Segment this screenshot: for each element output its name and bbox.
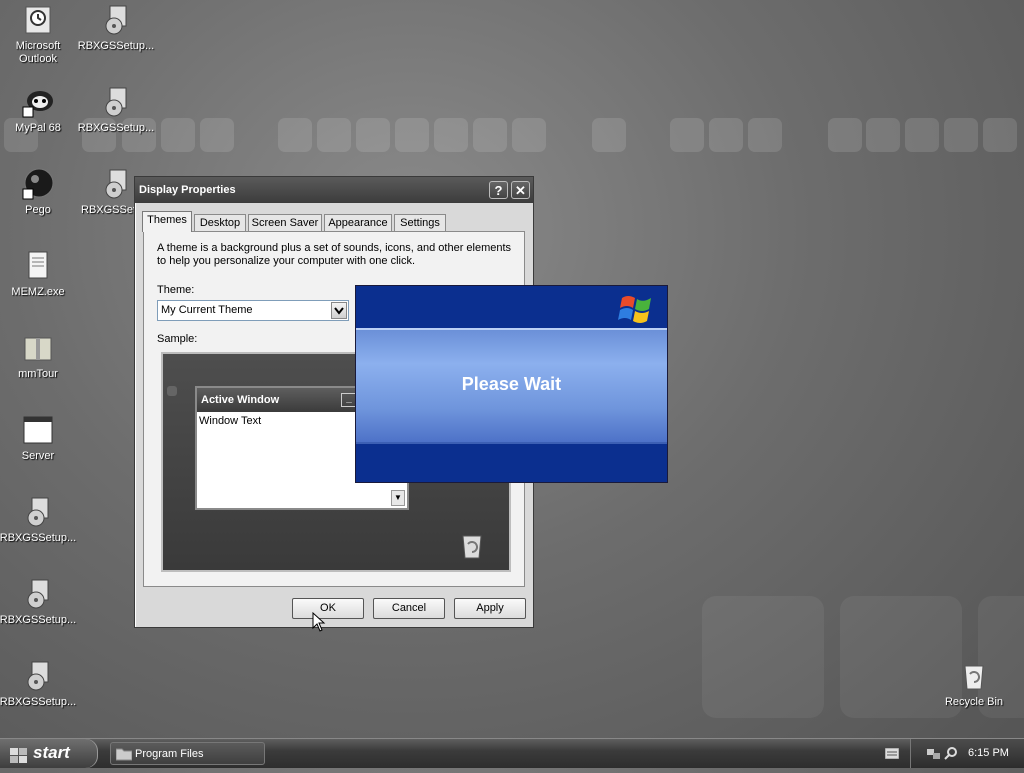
dialog-title: Display Properties: [139, 184, 236, 196]
mypal-icon: [22, 86, 54, 118]
taskbar-item-label: Program Files: [135, 748, 204, 760]
network-icon[interactable]: [927, 747, 941, 763]
desktop-icon-rbxgssetup-4[interactable]: RBXGSSetup...: [0, 496, 78, 545]
desktop-icon-label: RBXGSSetup...: [0, 614, 77, 626]
desktop-icon-mmtour[interactable]: mmTour: [0, 332, 78, 381]
dialog-titlebar[interactable]: Display Properties ? ✕: [135, 177, 533, 203]
sample-label: Sample:: [157, 333, 198, 345]
clock[interactable]: 6:15 PM: [968, 747, 1009, 759]
installer-icon: [100, 168, 132, 200]
outlook-icon: [22, 4, 54, 36]
desktop-icon-recycle-bin[interactable]: Recycle Bin: [934, 660, 1014, 709]
tab-themes[interactable]: Themes: [142, 211, 192, 232]
desktop-icon-label: MEMZ.exe: [11, 286, 65, 298]
installer-icon: [22, 660, 54, 692]
installer-icon: [100, 4, 132, 36]
desktop-icon-label: Recycle Bin: [944, 696, 1004, 708]
desktop-icon-label: RBXGSSetup...: [77, 40, 155, 52]
desktop-icon-label: MyPal 68: [15, 122, 61, 134]
pego-icon: [22, 168, 54, 200]
desktop-icon-label: Server: [21, 450, 55, 462]
recycle-bin-icon: [457, 530, 487, 563]
installer-icon: [22, 578, 54, 610]
please-wait-splash: Please Wait: [355, 285, 668, 483]
installer-icon: [22, 496, 54, 528]
scroll-down-icon: ▼: [391, 490, 405, 506]
tab-appearance[interactable]: Appearance: [324, 214, 392, 231]
desktop-icon-memz[interactable]: MEMZ.exe: [0, 250, 78, 299]
folder-icon: [115, 747, 133, 764]
close-button[interactable]: ✕: [511, 181, 530, 199]
recycle-bin-icon: [958, 660, 990, 692]
windows-flag-icon: [10, 745, 28, 773]
desktop-icon-label: Microsoft Outlook: [15, 40, 61, 65]
executable-icon: [22, 250, 54, 282]
desktop-icon-label: RBXGSSetup...: [77, 122, 155, 134]
desktop-icon-label: mmTour: [18, 368, 58, 380]
desktop-icon-rbxgssetup-1[interactable]: RBXGSSetup...: [76, 4, 156, 53]
desktop-icon-pego[interactable]: Pego: [0, 168, 78, 217]
mouse-cursor-icon: [312, 611, 326, 635]
theme-label: Theme:: [157, 284, 195, 296]
keyboard-icon[interactable]: [884, 747, 900, 762]
desktop-icon-server[interactable]: Server: [0, 414, 78, 463]
tab-desktop[interactable]: Desktop: [194, 214, 246, 231]
taskbar: start Program Files 6:15 PM: [0, 738, 1024, 768]
desktop-icon-rbxgssetup-6[interactable]: RBXGSSetup...: [0, 660, 78, 709]
taskbar-item-program-files[interactable]: Program Files: [110, 742, 265, 765]
desktop-icon-label: RBXGSSetup...: [0, 696, 77, 708]
desktop-icon-rbxgssetup-5[interactable]: RBXGSSetup...: [0, 578, 78, 627]
desktop-icon-label: Pego: [25, 204, 51, 216]
desktop-icon-outlook[interactable]: Microsoft Outlook: [0, 4, 78, 66]
theme-select-value: My Current Theme: [161, 304, 253, 316]
ok-button[interactable]: OK: [292, 598, 364, 619]
windows-logo-icon: [618, 292, 656, 329]
start-button[interactable]: start: [0, 739, 98, 768]
help-button[interactable]: ?: [489, 181, 508, 199]
chevron-down-icon[interactable]: [331, 302, 347, 319]
sample-window-title: Active Window: [201, 394, 280, 406]
search-icon[interactable]: [944, 746, 958, 763]
apply-button[interactable]: Apply: [454, 598, 526, 619]
please-wait-message: Please Wait: [461, 374, 562, 394]
desktop-icon-label: RBXGSSetup...: [0, 532, 77, 544]
theme-description: A theme is a background plus a set of so…: [157, 242, 512, 267]
desktop-icon-mypal[interactable]: MyPal 68: [0, 86, 78, 135]
tab-screen-saver[interactable]: Screen Saver: [248, 214, 322, 231]
system-tray: 6:15 PM: [910, 739, 1024, 768]
desktop-icon-rbxgssetup-2[interactable]: RBXGSSetup...: [76, 86, 156, 135]
tab-settings[interactable]: Settings: [394, 214, 446, 231]
cancel-button[interactable]: Cancel: [373, 598, 445, 619]
start-label: start: [33, 743, 70, 762]
theme-select[interactable]: My Current Theme: [157, 300, 349, 321]
window-app-icon: [22, 414, 54, 446]
installer-icon: [100, 86, 132, 118]
zip-folder-icon: [22, 332, 54, 364]
